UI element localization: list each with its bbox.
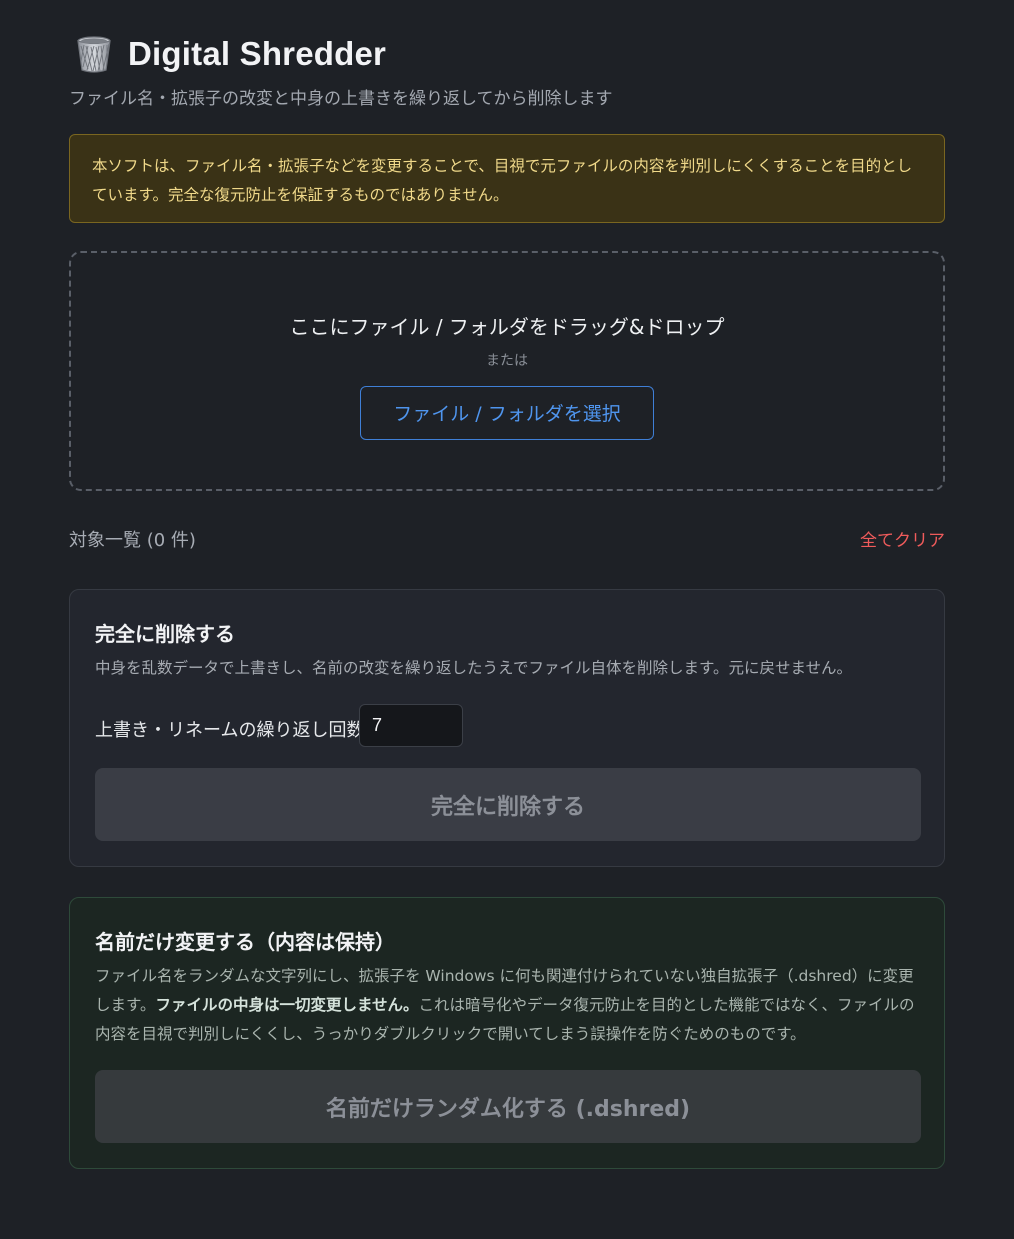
delete-button[interactable]: 完全に削除する — [95, 768, 921, 841]
rename-card-title: 名前だけ変更する（内容は保持） — [95, 930, 395, 954]
drop-zone-or: または — [486, 353, 528, 369]
app-subtitle: ファイル名・拡張子の改変と中身の上書きを繰り返してから削除します — [69, 89, 613, 109]
rename-card: 名前だけ変更する（内容は保持） ファイル名をランダムな文字列にし、拡張子を Wi… — [69, 897, 945, 1169]
drop-zone-text: ここにファイル / フォルダをドラッグ&ドロップ — [289, 315, 725, 339]
target-count: 対象一覧 (0 件) — [69, 530, 196, 551]
wastebasket-icon — [74, 34, 114, 74]
clear-all-link[interactable]: 全てクリア — [860, 526, 945, 551]
repeat-count-input[interactable] — [359, 704, 463, 747]
rename-card-description: ファイル名をランダムな文字列にし、拡張子を Windows に何も関連付けられて… — [95, 962, 919, 1049]
rename-description-bold: ファイルの中身は一切変更しません。 — [155, 996, 419, 1014]
warning-text: 本ソフトは、ファイル名・拡張子などを変更することで、目視で元ファイルの内容を判別… — [92, 157, 913, 204]
delete-card: 完全に削除する 中身を乱数データで上書きし、名前の改変を繰り返したうえでファイル… — [69, 589, 945, 867]
delete-card-description: 中身を乱数データで上書きし、名前の改変を繰り返したうえでファイル自体を削除します… — [95, 659, 853, 677]
header: Digital Shredder ファイル名・拡張子の改変と中身の上書きを繰り返… — [69, 30, 945, 109]
drop-zone[interactable]: ここにファイル / フォルダをドラッグ&ドロップ または ファイル / フォルダ… — [69, 251, 945, 491]
title-row: Digital Shredder — [69, 30, 945, 78]
rename-button[interactable]: 名前だけランダム化する (.dshred) — [95, 1070, 921, 1143]
target-list-header: 対象一覧 (0 件) 全てクリア — [69, 524, 945, 552]
warning-notice: 本ソフトは、ファイル名・拡張子などを変更することで、目視で元ファイルの内容を判別… — [69, 134, 945, 223]
app-window: Digital Shredder ファイル名・拡張子の改変と中身の上書きを繰り返… — [0, 0, 1014, 1239]
delete-card-title: 完全に削除する — [95, 622, 235, 646]
repeat-count-label: 上書き・リネームの繰り返し回数 — [95, 720, 365, 741]
select-files-button[interactable]: ファイル / フォルダを選択 — [360, 386, 654, 440]
app-title: Digital Shredder — [128, 35, 387, 72]
